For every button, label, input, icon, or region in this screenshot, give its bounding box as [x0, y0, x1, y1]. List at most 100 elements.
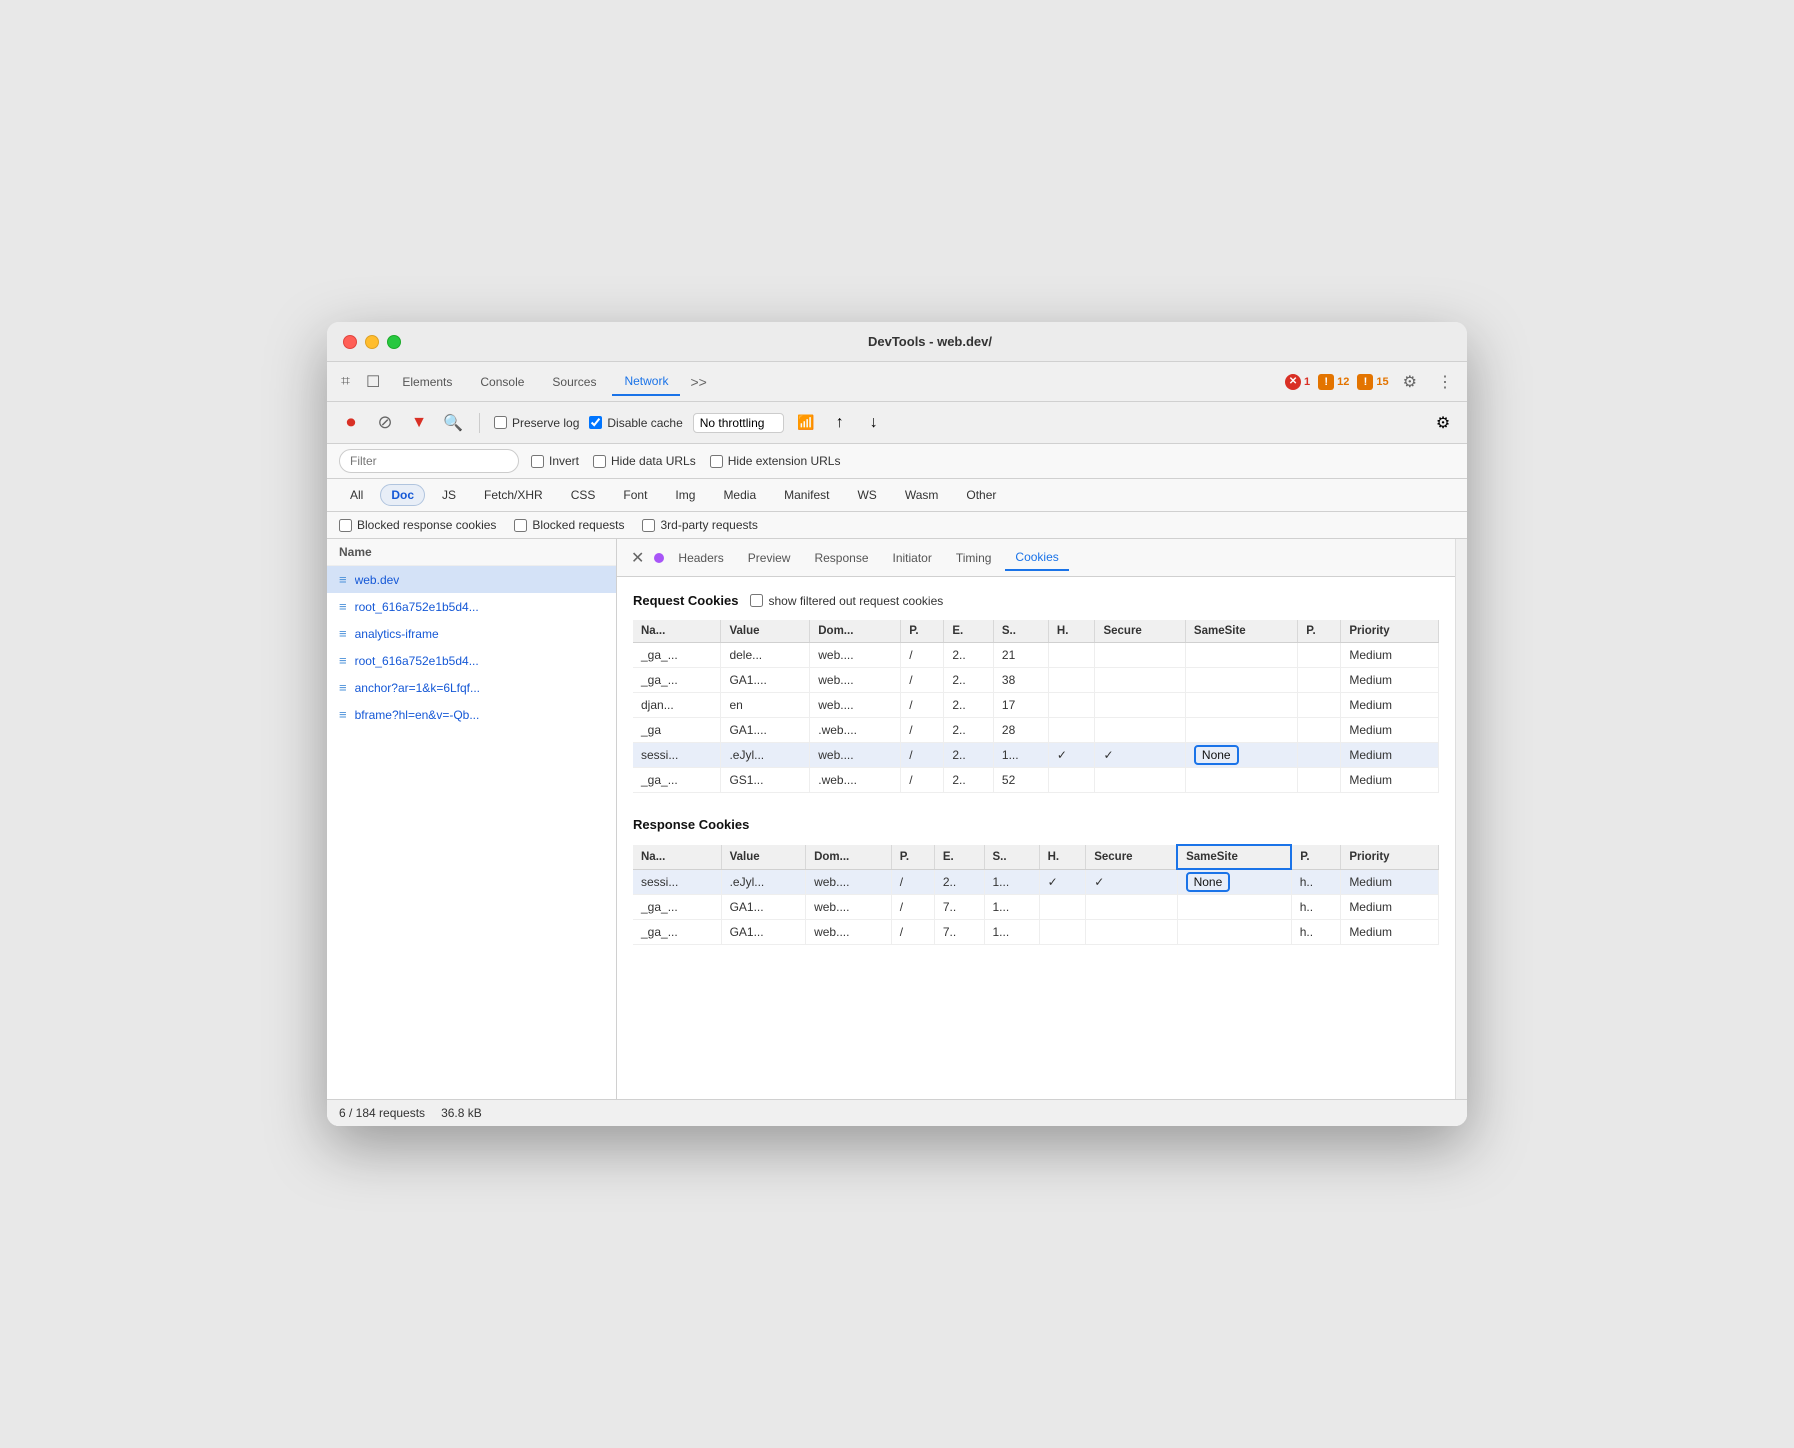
preserve-log-input[interactable] — [494, 416, 507, 429]
blocked-requests-checkbox[interactable]: Blocked requests — [514, 518, 624, 532]
invert-input[interactable] — [531, 455, 544, 468]
filter-doc[interactable]: Doc — [380, 484, 425, 506]
filter-icon[interactable]: ▼ — [407, 411, 431, 435]
filter-input[interactable] — [339, 449, 519, 473]
blocked-cookies-checkbox[interactable]: Blocked response cookies — [339, 518, 496, 532]
detail-tab-headers[interactable]: Headers — [668, 546, 733, 570]
record-button[interactable]: ⏺ — [339, 411, 363, 435]
tab-elements[interactable]: Elements — [390, 369, 464, 395]
hide-data-urls-checkbox[interactable]: Hide data URLs — [593, 454, 696, 468]
cursor-icon[interactable]: ⌗ — [335, 369, 356, 395]
request-cookie-row[interactable]: _ga_... GS1... .web.... / 2.. 52 Medium — [633, 768, 1439, 793]
info-badge: ! 15 — [1357, 374, 1388, 390]
disable-cache-input[interactable] — [589, 416, 602, 429]
file-name-root2: root_616a752e1b5d4... — [355, 654, 479, 668]
clear-button[interactable]: ⊘ — [373, 411, 397, 435]
preserve-log-checkbox[interactable]: Preserve log — [494, 416, 579, 430]
hide-extension-urls-checkbox[interactable]: Hide extension URLs — [710, 454, 841, 468]
response-cookie-row[interactable]: sessi... .eJyl... web.... / 2.. 1... ✓ ✓… — [633, 869, 1439, 895]
file-item-anchor[interactable]: ≡ anchor?ar=1&k=6Lfqf... — [327, 674, 616, 701]
col-domain: Dom... — [806, 845, 892, 869]
file-item-root2[interactable]: ≡ root_616a752e1b5d4... — [327, 647, 616, 674]
throttle-select-wrapper[interactable]: No throttling — [693, 413, 784, 433]
detail-tab-timing[interactable]: Timing — [946, 546, 1002, 570]
toolbar-settings-button[interactable]: ⚙ — [1431, 411, 1455, 435]
hide-data-urls-input[interactable] — [593, 455, 606, 468]
tab-network[interactable]: Network — [612, 368, 680, 396]
blocked-cookies-label: Blocked response cookies — [357, 518, 496, 532]
filter-manifest[interactable]: Manifest — [773, 484, 840, 506]
file-item-root1[interactable]: ≡ root_616a752e1b5d4... — [327, 593, 616, 620]
request-cookie-row[interactable]: _ga GA1.... .web.... / 2.. 28 Medium — [633, 718, 1439, 743]
file-item-analytics[interactable]: ≡ analytics-iframe — [327, 620, 616, 647]
filter-font[interactable]: Font — [612, 484, 658, 506]
minimize-button[interactable] — [365, 335, 379, 349]
size-cell: 52 — [993, 768, 1048, 793]
file-icon-root2: ≡ — [339, 653, 347, 668]
col-httponly: H. — [1039, 845, 1086, 869]
right-scrollbar[interactable] — [1455, 539, 1467, 1099]
filter-img[interactable]: Img — [664, 484, 706, 506]
filter-ws[interactable]: WS — [846, 484, 887, 506]
device-icon[interactable]: ☐ — [360, 368, 386, 396]
filter-css[interactable]: CSS — [560, 484, 607, 506]
response-cookie-row[interactable]: _ga_... GA1... web.... / 7.. 1... h.. Me… — [633, 920, 1439, 945]
detail-tab-cookies[interactable]: Cookies — [1005, 545, 1068, 571]
filter-media[interactable]: Media — [712, 484, 767, 506]
samesite-cell: None — [1185, 743, 1297, 768]
request-cookie-row[interactable]: sessi... .eJyl... web.... / 2.. 1... ✓ ✓… — [633, 743, 1439, 768]
request-cookie-row[interactable]: djan... en web.... / 2.. 17 Medium — [633, 693, 1439, 718]
httponly-cell: ✓ — [1048, 743, 1095, 768]
response-cookie-row[interactable]: _ga_... GA1... web.... / 7.. 1... h.. Me… — [633, 895, 1439, 920]
maximize-button[interactable] — [387, 335, 401, 349]
blocked-requests-input[interactable] — [514, 519, 527, 532]
status-bar: 6 / 184 requests 36.8 kB — [327, 1099, 1467, 1126]
filter-other[interactable]: Other — [955, 484, 1007, 506]
disable-cache-checkbox[interactable]: Disable cache — [589, 416, 682, 430]
detail-tab-initiator[interactable]: Initiator — [883, 546, 942, 570]
size-cell: 21 — [993, 643, 1048, 668]
path-cell: / — [891, 920, 934, 945]
invert-checkbox[interactable]: Invert — [531, 454, 579, 468]
tab-console[interactable]: Console — [468, 369, 536, 395]
close-button[interactable] — [343, 335, 357, 349]
third-party-input[interactable] — [642, 519, 655, 532]
samesite-none-badge: None — [1186, 872, 1231, 892]
filter-js[interactable]: JS — [431, 484, 467, 506]
request-cookie-row[interactable]: _ga_... GA1.... web.... / 2.. 38 Medium — [633, 668, 1439, 693]
wifi-icon[interactable]: 📶 — [794, 411, 818, 435]
upload-button[interactable]: ↑ — [828, 411, 852, 435]
secure-cell: ✓ — [1086, 869, 1177, 895]
filter-all[interactable]: All — [339, 484, 374, 506]
tab-more-button[interactable]: >> — [684, 370, 712, 394]
p-cell — [1298, 668, 1341, 693]
top-tab-bar: ⌗ ☐ Elements Console Sources Network >> … — [327, 362, 1467, 402]
search-button[interactable]: 🔍 — [441, 411, 465, 435]
name-cell: _ga_... — [633, 668, 721, 693]
show-filtered-input[interactable] — [750, 594, 763, 607]
filter-input-wrap — [339, 449, 519, 473]
p-cell — [1298, 768, 1341, 793]
file-icon-anchor: ≡ — [339, 680, 347, 695]
request-cookie-row[interactable]: _ga_... dele... web.... / 2.. 21 Medium — [633, 643, 1439, 668]
file-icon-root1: ≡ — [339, 599, 347, 614]
blocked-cookies-input[interactable] — [339, 519, 352, 532]
download-button[interactable]: ↓ — [862, 411, 886, 435]
detail-tab-preview[interactable]: Preview — [738, 546, 801, 570]
priority-cell: Medium — [1341, 869, 1439, 895]
throttle-select[interactable]: No throttling — [693, 413, 784, 433]
detail-close-button[interactable]: ✕ — [625, 546, 650, 570]
detail-tab-response[interactable]: Response — [804, 546, 878, 570]
third-party-checkbox[interactable]: 3rd-party requests — [642, 518, 757, 532]
settings-button[interactable]: ⚙ — [1397, 368, 1423, 396]
filter-wasm[interactable]: Wasm — [894, 484, 950, 506]
expires-cell: 2.. — [934, 869, 984, 895]
filter-fetch-xhr[interactable]: Fetch/XHR — [473, 484, 554, 506]
file-item-bframe[interactable]: ≡ bframe?hl=en&v=-Qb... — [327, 701, 616, 728]
httponly-cell: ✓ — [1039, 869, 1086, 895]
show-filtered-checkbox[interactable]: show filtered out request cookies — [750, 594, 943, 608]
hide-extension-urls-input[interactable] — [710, 455, 723, 468]
more-options-button[interactable]: ⋮ — [1431, 368, 1459, 396]
file-item-webdev[interactable]: ≡ web.dev — [327, 566, 616, 593]
tab-sources[interactable]: Sources — [540, 369, 608, 395]
